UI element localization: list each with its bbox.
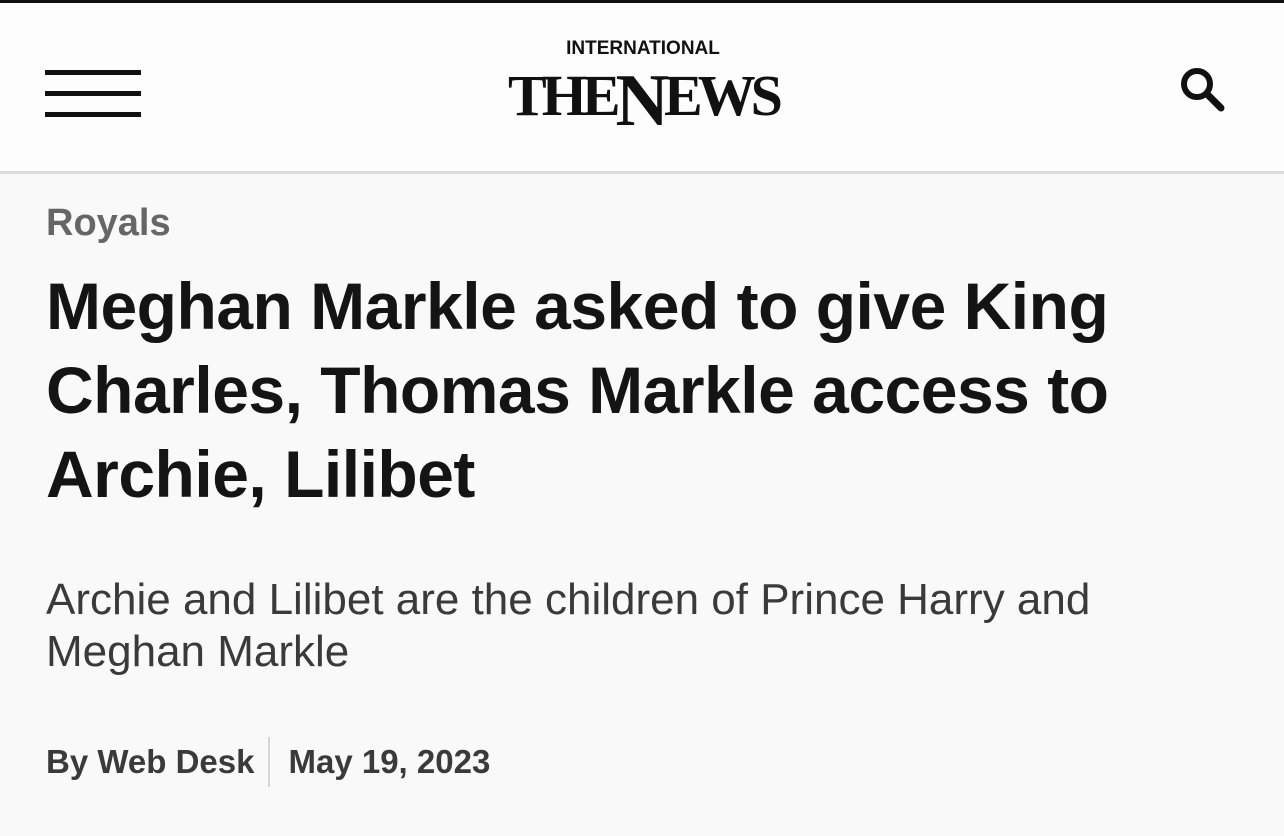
search-icon[interactable] [1176,63,1228,115]
menu-bar [45,91,141,96]
logo-the-news: THENEWS [488,59,798,139]
site-header: INTERNATIONAL THENEWS [0,3,1284,174]
menu-bar [45,112,141,117]
article-byline: By Web Desk May 19, 2023 [46,736,490,788]
hamburger-menu-icon[interactable] [45,70,141,118]
article-headline: Meghan Markle asked to give King Charles… [46,269,1109,511]
byline-divider [268,737,271,787]
article-summary: Archie and Lilibet are the children of P… [46,575,1091,676]
logo-international: INTERNATIONAL [566,38,720,59]
logo-n: N [615,60,670,142]
article-author[interactable]: By Web Desk [46,743,254,781]
menu-bar [45,70,141,75]
logo-the: THE [508,63,620,128]
article-category[interactable]: Royals [46,200,171,246]
article-date: May 19, 2023 [288,743,491,780]
logo-ews: EWS [664,63,783,128]
site-logo[interactable]: INTERNATIONAL THENEWS [488,33,798,143]
